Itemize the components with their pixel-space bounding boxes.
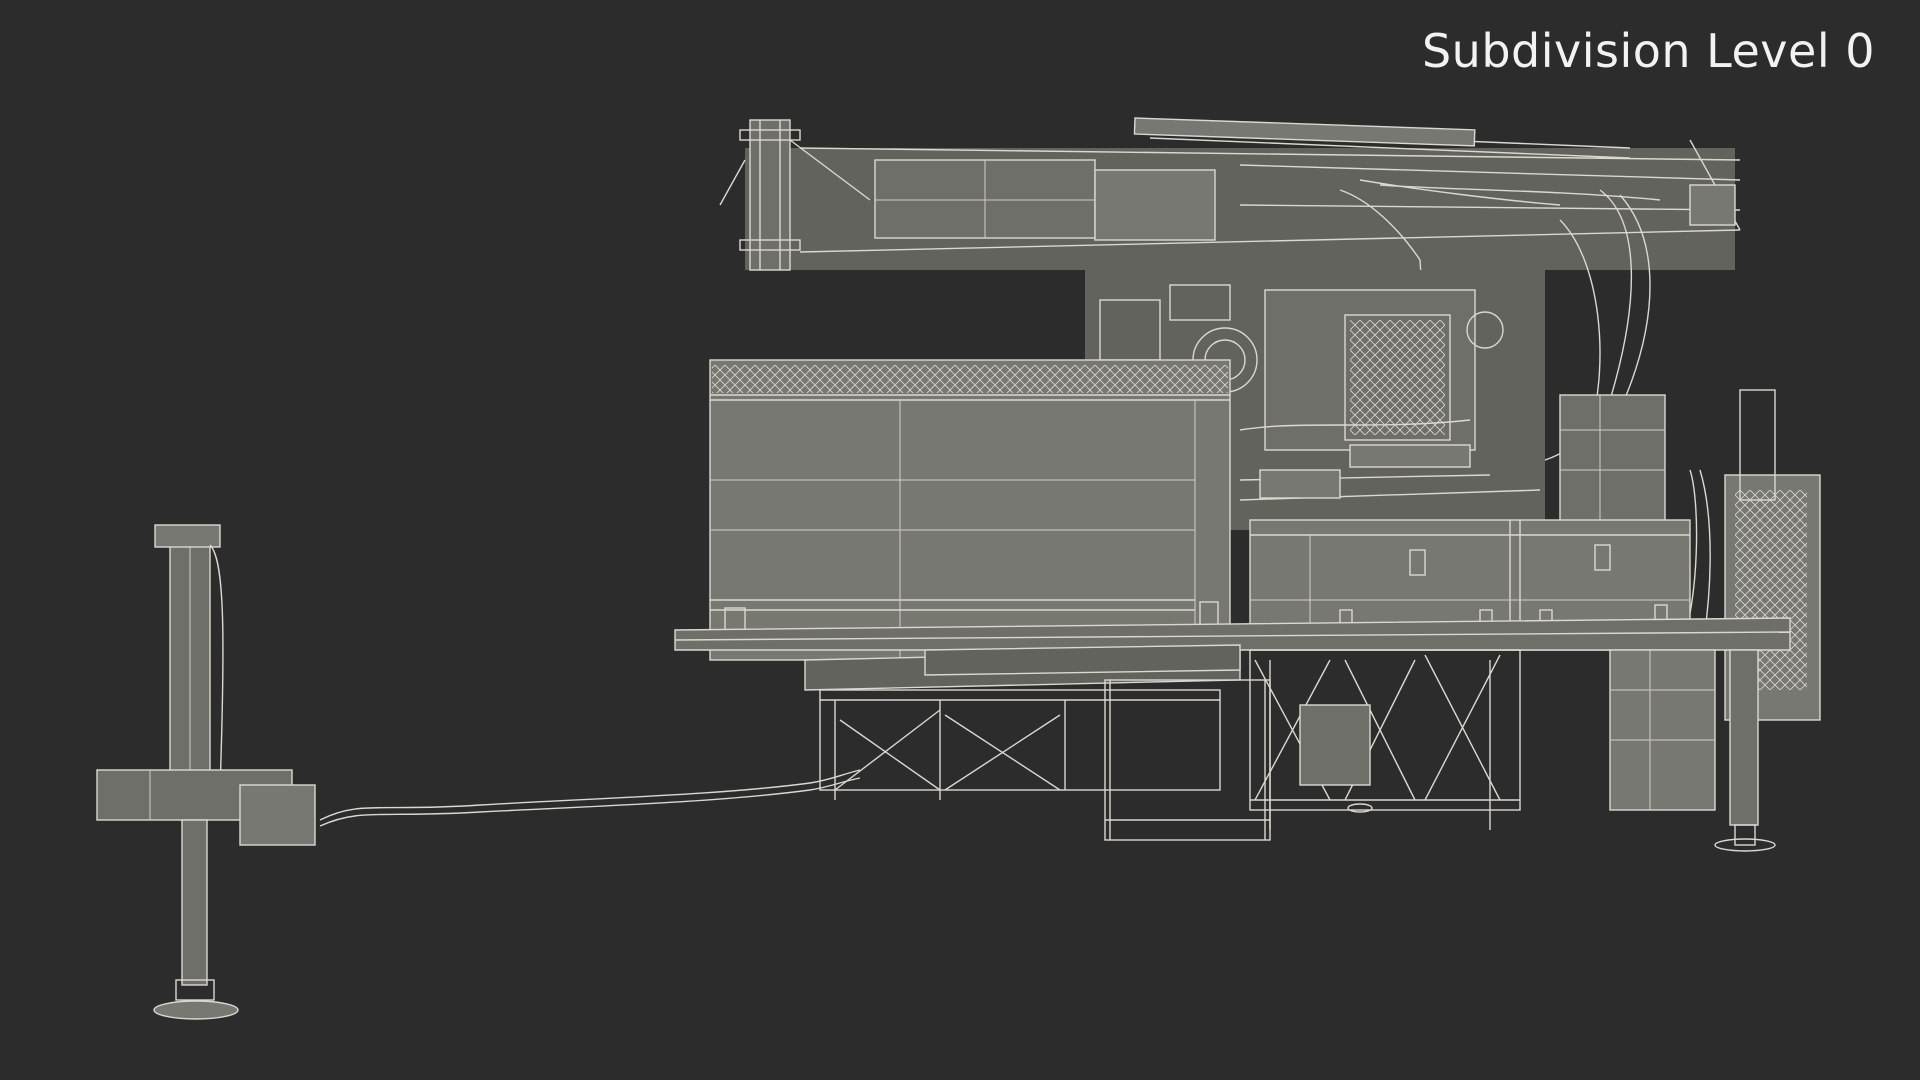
water-tank [709, 359, 1231, 661]
front-jack-stand [96, 524, 316, 1020]
drilling-rig-wireframe-render [96, 117, 1821, 1020]
connection-cable [319, 769, 861, 827]
